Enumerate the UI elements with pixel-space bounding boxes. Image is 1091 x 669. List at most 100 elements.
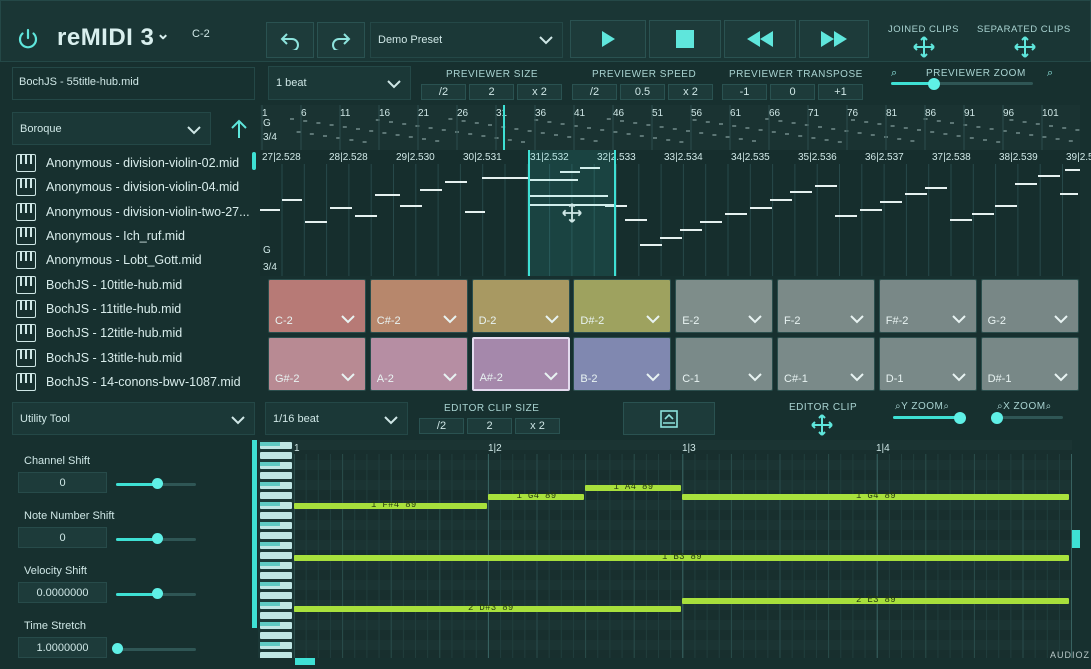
note-pad[interactable]: C-2 [268, 279, 366, 333]
file-list-item[interactable]: BochJS - 13title-hub.mid [12, 345, 252, 369]
separated-clips-label: SEPARATED CLIPS [977, 24, 1071, 35]
app-title[interactable]: reMIDI 3 ⌄ [57, 24, 170, 52]
file-name-field[interactable]: BochJS - 55title-hub.mid [12, 67, 255, 100]
chevron-down-icon[interactable] [1053, 371, 1068, 385]
param-slider-fill [116, 538, 156, 541]
chevron-down-icon[interactable] [341, 313, 355, 327]
note-pad[interactable]: C-1 [675, 337, 774, 391]
file-list-item[interactable]: Anonymous - Lobt_Gott.mid [12, 248, 252, 272]
previewer-size-half-button[interactable]: /2 [421, 84, 466, 100]
editor-horizontal-scrollbar[interactable] [295, 658, 315, 665]
previewer-speed-double-button[interactable]: x 2 [668, 84, 713, 100]
clip-move-icon[interactable] [562, 203, 582, 226]
note-pad[interactable]: F-2 [777, 279, 875, 333]
file-list-item[interactable]: Anonymous - division-violin-two-27... [12, 200, 252, 224]
editor-grid-select[interactable]: 1/16 beat [265, 402, 408, 435]
note-pad[interactable]: A-2 [369, 337, 468, 391]
piano-key-black [260, 562, 280, 566]
chevron-down-icon[interactable] [646, 313, 661, 327]
file-list-item[interactable]: BochJS - 11title-hub.mid [12, 297, 252, 321]
previewer-speed-half-button[interactable]: /2 [572, 84, 617, 100]
chevron-down-icon[interactable] [443, 371, 457, 385]
chevron-down-icon[interactable] [1053, 313, 1068, 327]
separated-clips-button[interactable] [1014, 36, 1036, 61]
transpose-down-button[interactable]: -1 [722, 84, 767, 100]
keyboard-scroll-indicator[interactable] [252, 440, 257, 628]
play-button[interactable] [570, 20, 646, 58]
chevron-down-icon[interactable] [748, 313, 762, 327]
y-zoom-knob[interactable] [954, 412, 966, 424]
stop-button[interactable] [649, 20, 721, 58]
note-pad[interactable]: D-2 [471, 279, 570, 333]
editor-vertical-scrollbar[interactable] [1072, 530, 1080, 548]
chevron-down-icon[interactable] [952, 371, 966, 385]
note-pad[interactable]: A#-2 [471, 337, 570, 391]
undo-icon [280, 33, 299, 50]
overview-bar-number: 51 [652, 108, 664, 119]
editor-keyboard[interactable] [258, 440, 294, 659]
chevron-down-icon[interactable] [544, 313, 559, 327]
param-slider-knob[interactable] [112, 643, 123, 654]
note-pad[interactable]: B-2 [573, 337, 672, 391]
folder-select[interactable]: Boroque [12, 112, 211, 145]
chevron-down-icon[interactable] [748, 371, 762, 385]
preset-select[interactable]: Demo Preset [370, 22, 563, 58]
file-list-item[interactable]: BochJS - 14-conons-bwv-1087.mid [12, 370, 252, 394]
chevron-down-icon[interactable] [850, 313, 864, 327]
param-value-field[interactable]: 0 [18, 527, 107, 548]
param-slider-knob[interactable] [152, 533, 163, 544]
x-zoom-knob[interactable] [991, 412, 1003, 424]
joined-clips-button[interactable] [913, 36, 935, 61]
fast-forward-button[interactable] [799, 20, 869, 58]
x-zoom-slider[interactable] [993, 416, 1063, 419]
note-pad[interactable]: D#-2 [573, 279, 672, 333]
chevron-down-icon[interactable] [646, 371, 661, 385]
clip-size-half-button[interactable]: /2 [419, 418, 464, 434]
file-list-scrollbar[interactable] [252, 152, 256, 170]
file-list-item[interactable]: Anonymous - Ich_ruf.mid [12, 224, 252, 248]
overview-bar-number: 76 [847, 108, 859, 119]
note-pad[interactable]: C#-2 [369, 279, 468, 333]
previewer-zoom-knob[interactable] [928, 78, 940, 90]
undo-button[interactable] [266, 22, 314, 58]
file-list-item[interactable]: BochJS - 10title-hub.mid [12, 272, 252, 296]
note-pad[interactable]: G-2 [980, 279, 1079, 333]
note-pad[interactable]: D-1 [878, 337, 977, 391]
chevron-down-icon[interactable] [952, 313, 966, 327]
preview-piano-roll[interactable] [260, 150, 1086, 276]
note-pad[interactable]: D#-1 [980, 337, 1079, 391]
param-slider[interactable] [116, 648, 196, 651]
param-value-field[interactable]: 0 [18, 472, 107, 493]
title-chevron-icon: ⌄ [156, 26, 171, 43]
previewer-size-label: PREVIEWER SIZE [446, 69, 539, 80]
chevron-down-icon[interactable] [341, 371, 355, 385]
previewer-grid-select[interactable]: 1 beat [268, 66, 411, 100]
chevron-down-icon[interactable] [850, 371, 864, 385]
clip-size-double-button[interactable]: x 2 [515, 418, 560, 434]
note-pad[interactable]: C#-1 [777, 337, 875, 391]
note-pad[interactable]: G#-2 [268, 337, 366, 391]
transpose-up-button[interactable]: +1 [818, 84, 863, 100]
export-clip-button[interactable] [623, 402, 715, 435]
folder-up-button[interactable] [222, 112, 255, 145]
previewer-size-double-button[interactable]: x 2 [517, 84, 562, 100]
tool-select[interactable]: Utility Tool [12, 402, 255, 435]
note-pad[interactable]: E-2 [675, 279, 774, 333]
file-list-item[interactable]: Anonymous - division-violin-02.mid [12, 151, 252, 175]
rewind-button[interactable] [724, 20, 796, 58]
file-list-item[interactable]: BochJS - 12title-hub.mid [12, 321, 252, 345]
param-slider-knob[interactable] [152, 588, 163, 599]
chevron-down-icon[interactable] [443, 313, 457, 327]
editor-clip-drag-button[interactable] [811, 414, 833, 439]
param-slider-knob[interactable] [152, 478, 163, 489]
editor-bar-number: 1|3 [682, 443, 696, 454]
note-pad[interactable]: F#-2 [878, 279, 977, 333]
file-list-item[interactable]: Anonymous - division-violin-04.mid [12, 175, 252, 199]
param-value-field[interactable]: 0.0000000 [18, 582, 107, 603]
chevron-down-icon[interactable] [543, 370, 558, 384]
param-value-field[interactable]: 1.0000000 [18, 637, 107, 658]
piano-key-black [260, 522, 280, 526]
power-button[interactable] [8, 20, 48, 58]
editor-piano-roll[interactable] [293, 440, 1073, 660]
redo-button[interactable] [317, 22, 365, 58]
